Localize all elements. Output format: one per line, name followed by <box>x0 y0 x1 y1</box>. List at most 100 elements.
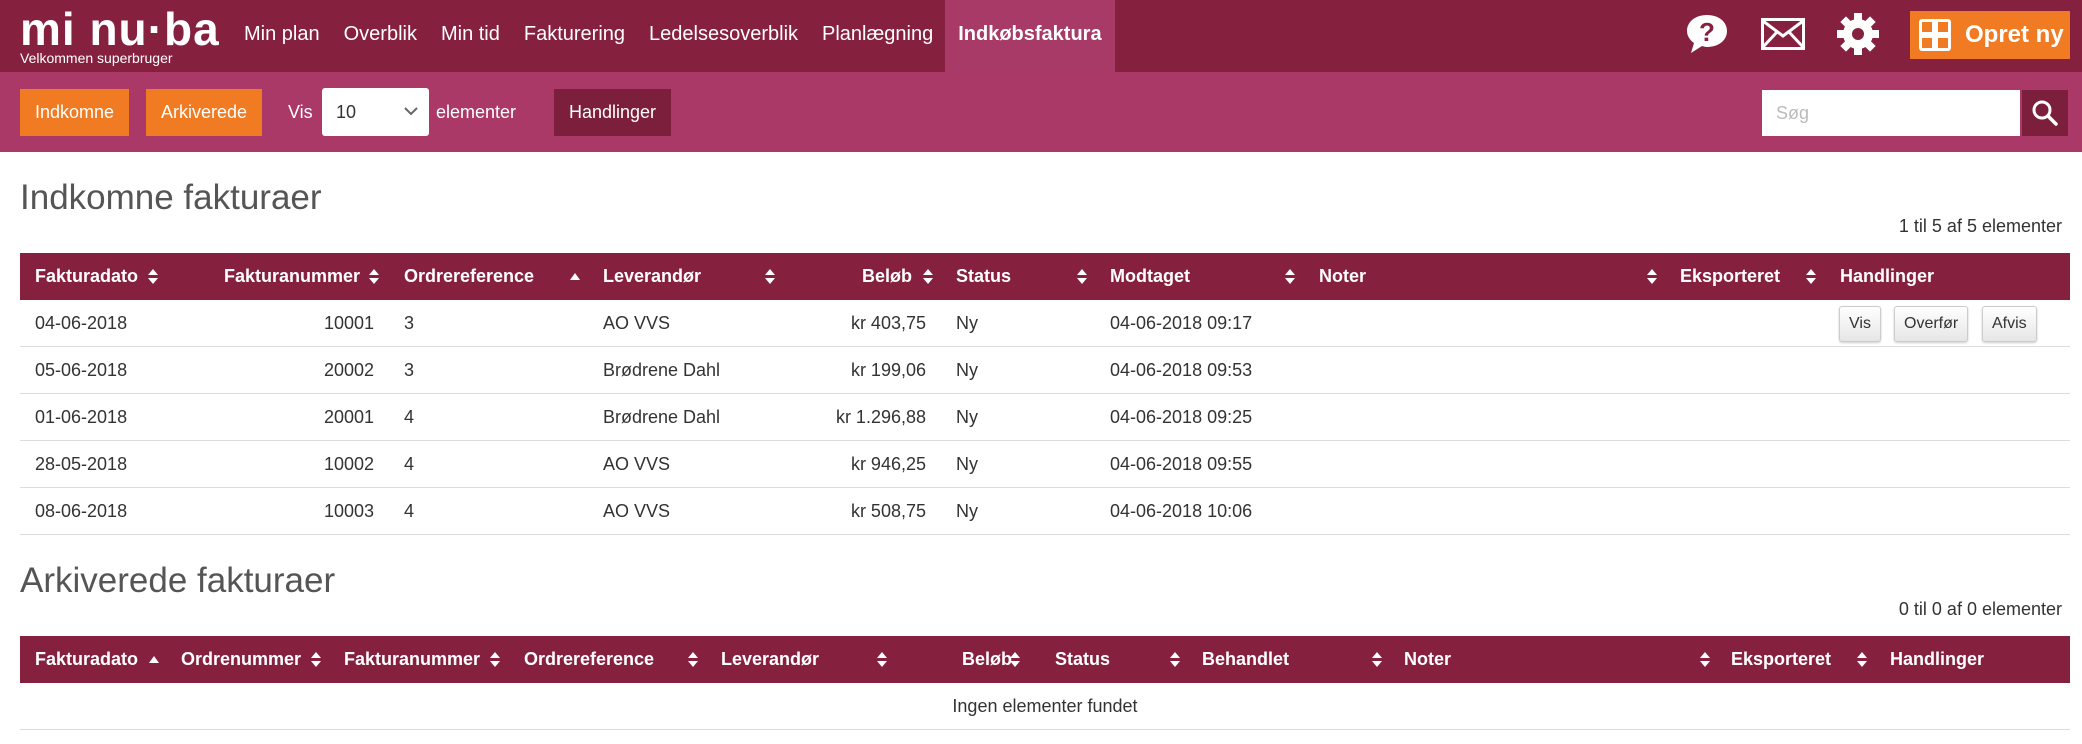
received-timestamp: 04-06-2018 09:25 <box>1110 407 1253 427</box>
column-header-beloeb[interactable]: Beløb <box>962 636 1012 683</box>
invoice-number: 20002 <box>323 360 374 380</box>
nav-item-overblik[interactable]: Overblik <box>332 0 429 72</box>
search-button[interactable] <box>2022 90 2068 136</box>
sort-icon[interactable] <box>148 269 158 285</box>
column-label: Status <box>956 266 1012 286</box>
app-logo[interactable]: mi nu·ba Velkommen superbruger <box>20 4 220 65</box>
column-label: Leverandør <box>721 649 820 669</box>
amount: kr 1.296,88 <box>835 407 926 427</box>
elements-label: elementer <box>436 102 517 122</box>
sort-icon[interactable] <box>369 269 379 285</box>
amount: kr 199,06 <box>850 360 926 380</box>
column-header-eksporteret[interactable]: Eksporteret <box>1680 253 1780 300</box>
received-timestamp: 04-06-2018 09:17 <box>1110 313 1253 333</box>
sort-icon[interactable] <box>1647 269 1657 285</box>
page-size-select[interactable]: 10 <box>322 88 429 136</box>
sort-icon[interactable] <box>1700 652 1710 668</box>
supplier: AO VVS <box>603 501 671 521</box>
column-header-fakturanummer[interactable]: Fakturanummer <box>224 253 360 300</box>
sort-icon[interactable] <box>1857 652 1867 668</box>
column-header-leverandoer[interactable]: Leverandør <box>603 253 701 300</box>
show-label: Vis <box>288 102 313 122</box>
nav-item-ledelsesoverblik[interactable]: Ledelsesoverblik <box>637 0 810 72</box>
supplier: AO VVS <box>603 313 671 333</box>
archived-count: 0 til 0 af 0 elementer <box>1898 599 2062 619</box>
page-size-value: 10 <box>336 102 357 122</box>
status: Ny <box>956 454 978 474</box>
mail-icon[interactable] <box>1759 10 1807 58</box>
column-label: Eksporteret <box>1680 266 1781 286</box>
sort-icon[interactable] <box>311 652 321 668</box>
search-input[interactable] <box>1762 90 2020 136</box>
transfer-button[interactable]: Overfør <box>1894 306 1969 342</box>
invoice-number: 10002 <box>323 454 374 474</box>
help-icon[interactable]: ? <box>1683 10 1731 58</box>
nav-item-planlaegning[interactable]: Planlægning <box>810 0 945 72</box>
invoice-date: 08-06-2018 <box>35 501 128 521</box>
incoming-count: 1 til 5 af 5 elementer <box>1898 216 2062 236</box>
invoice-number: 20001 <box>323 407 374 427</box>
column-header-leverandoer[interactable]: Leverandør <box>721 636 819 683</box>
invoice-date: 05-06-2018 <box>35 360 128 380</box>
invoice-toolbar: Indkomne Arkiverede Vis 10 elementer Han… <box>0 72 2082 152</box>
column-label: Status <box>1055 649 1111 669</box>
column-header-eksporteret[interactable]: Eksporteret <box>1731 636 1831 683</box>
order-reference: 4 <box>404 501 415 521</box>
sort-icon[interactable] <box>923 269 933 285</box>
sort-icon[interactable] <box>1077 269 1087 285</box>
sort-icon[interactable] <box>688 652 698 668</box>
column-header-beloeb[interactable]: Beløb <box>862 253 912 300</box>
column-header-fakturadato[interactable]: Fakturadato <box>35 253 138 300</box>
gear-icon[interactable] <box>1834 10 1882 58</box>
incoming-invoices-title: Indkomne fakturaer <box>20 178 322 217</box>
column-header-ordrenummer[interactable]: Ordrenummer <box>181 636 301 683</box>
column-header-modtaget[interactable]: Modtaget <box>1110 253 1190 300</box>
column-label: Beløb <box>962 649 1013 669</box>
nav-item-fakturering[interactable]: Fakturering <box>512 0 637 72</box>
sort-ascending-icon[interactable] <box>570 273 580 280</box>
table-row: 01-06-2018 20001 4 Brødrene Dahl kr 1.29… <box>20 394 2070 441</box>
sort-icon[interactable] <box>1285 269 1295 285</box>
sort-icon[interactable] <box>1806 269 1816 285</box>
main-nav: Min plan Overblik Min tid Fakturering Le… <box>232 0 1115 72</box>
sort-icon[interactable] <box>1010 652 1020 668</box>
sort-icon[interactable] <box>877 652 887 668</box>
status: Ny <box>956 407 978 427</box>
order-reference: 3 <box>404 313 415 333</box>
column-header-handlinger: Handlinger <box>1840 253 1934 300</box>
column-header-fakturadato[interactable]: Fakturadato <box>35 636 138 683</box>
sort-icon[interactable] <box>1372 652 1382 668</box>
column-label: Beløb <box>862 266 913 286</box>
sort-icon[interactable] <box>765 269 775 285</box>
amount: kr 403,75 <box>850 313 926 333</box>
actions-button[interactable]: Handlinger <box>554 89 672 136</box>
column-label: Modtaget <box>1110 266 1190 286</box>
column-header-noter[interactable]: Noter <box>1319 253 1366 300</box>
sort-icon[interactable] <box>1170 652 1180 668</box>
nav-item-min-plan[interactable]: Min plan <box>232 0 332 72</box>
archived-button[interactable]: Arkiverede <box>146 89 263 136</box>
create-new-button[interactable]: Opret ny <box>1910 11 2070 59</box>
nav-item-min-tid[interactable]: Min tid <box>429 0 512 72</box>
archived-invoices-title: Arkiverede fakturaer <box>20 561 336 600</box>
column-header-behandlet[interactable]: Behandlet <box>1202 636 1289 683</box>
plus-icon <box>1919 19 1951 51</box>
incoming-button[interactable]: Indkomne <box>20 89 130 136</box>
column-header-status[interactable]: Status <box>1055 636 1110 683</box>
sort-ascending-icon[interactable] <box>149 656 159 663</box>
sort-icon[interactable] <box>490 652 500 668</box>
column-label: Ordrenummer <box>181 649 302 669</box>
column-header-fakturanummer[interactable]: Fakturanummer <box>344 636 480 683</box>
column-header-ordrereference[interactable]: Ordrereference <box>404 253 534 300</box>
column-label: Noter <box>1404 649 1452 669</box>
reject-button[interactable]: Afvis <box>1982 306 2037 342</box>
view-button[interactable]: Vis <box>1839 306 1881 342</box>
nav-item-indkoebsfaktura[interactable]: Indkøbsfaktura <box>945 0 1115 72</box>
column-header-status[interactable]: Status <box>956 253 1011 300</box>
column-header-ordrereference[interactable]: Ordrereference <box>524 636 654 683</box>
column-header-noter[interactable]: Noter <box>1404 636 1451 683</box>
column-label: Ordrereference <box>524 649 655 669</box>
amount: kr 508,75 <box>850 501 926 521</box>
order-reference: 4 <box>404 454 415 474</box>
order-reference: 4 <box>404 407 415 427</box>
